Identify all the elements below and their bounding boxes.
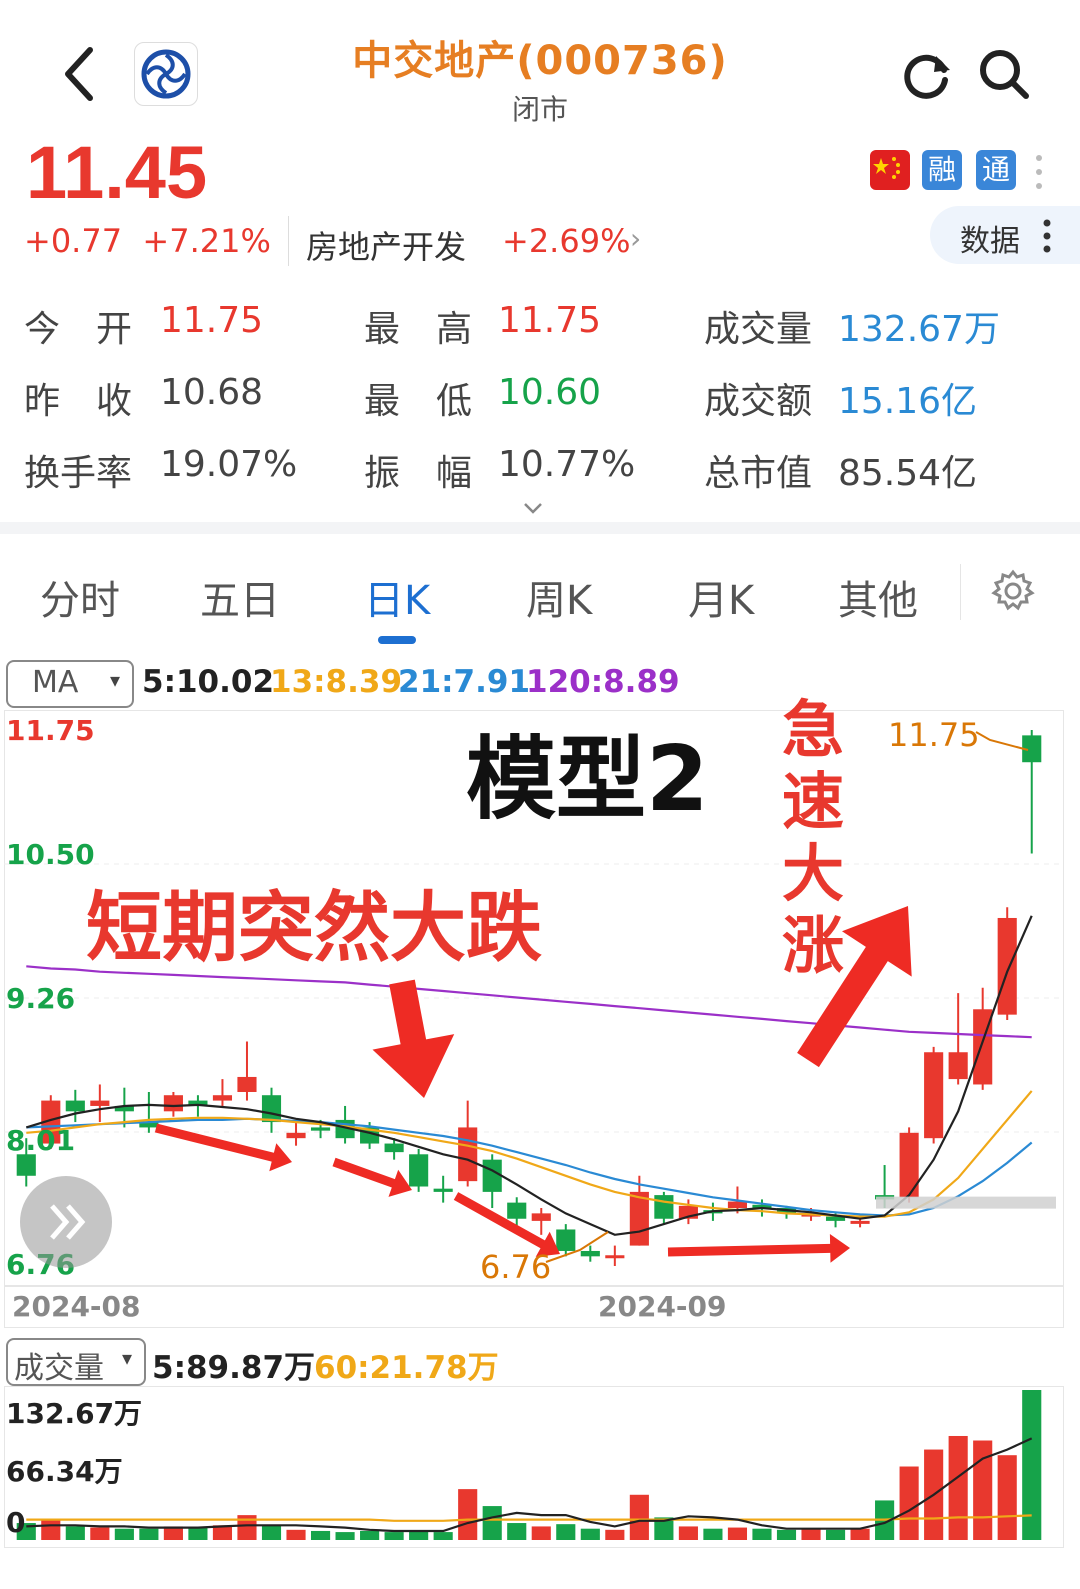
candle-body — [90, 1100, 110, 1106]
volume-axis-label: 66.34万 — [6, 1455, 123, 1488]
candle-body — [482, 1159, 502, 1192]
candle-body — [237, 1076, 257, 1092]
high-leader-line — [975, 731, 1029, 751]
candle-body — [384, 1143, 404, 1153]
annotation-surge-char: 涨 — [782, 909, 845, 982]
candle-body — [531, 1213, 551, 1221]
annotation-drop: 短期突然大跌 — [86, 883, 542, 972]
double-chevron-right-icon — [50, 1204, 86, 1240]
low-price-label: 6.76 — [480, 1248, 552, 1286]
annotation-surge-char: 急 — [782, 693, 845, 766]
x-axis-bar — [4, 1286, 1064, 1328]
candle-body — [948, 1052, 968, 1080]
x-axis-label: 2024-09 — [598, 1290, 727, 1323]
candle-body — [16, 1154, 36, 1176]
candle-body — [286, 1132, 306, 1139]
volume-ma60-value: 60:21.78万 — [314, 1350, 499, 1386]
candle-body — [629, 1191, 649, 1246]
candle-body — [65, 1100, 85, 1112]
expand-button[interactable] — [20, 1176, 112, 1268]
candle-body — [163, 1095, 183, 1112]
candle-body — [409, 1154, 429, 1187]
x-axis-label: 2024-08 — [12, 1290, 141, 1323]
annotation-arrow — [332, 1157, 412, 1197]
volume-selector[interactable]: 成交量 ▾ — [6, 1338, 146, 1386]
candle-body — [605, 1255, 625, 1259]
candle-body — [654, 1195, 674, 1219]
annotation-arrow — [667, 1234, 850, 1263]
ma120-line — [26, 965, 1032, 1039]
candle-body — [924, 1052, 944, 1139]
volume-ma5-value: 5:89.87万 — [152, 1350, 316, 1386]
candle-body — [556, 1229, 576, 1251]
annotation-surge-char: 大 — [782, 837, 845, 910]
y-axis-label: 10.50 — [6, 838, 95, 871]
y-axis-label: 11.75 — [6, 714, 95, 747]
candle-body — [212, 1095, 233, 1101]
candle-body — [997, 917, 1017, 1015]
y-axis-label: 9.26 — [6, 982, 76, 1015]
annotation-surge-char: 速 — [782, 765, 845, 838]
candle-body — [458, 1127, 478, 1182]
annotation-arrow — [372, 979, 455, 1098]
volume-selector-label: 成交量 — [14, 1351, 104, 1386]
annotation-model: 模型2 — [466, 727, 709, 832]
candle-body — [310, 1127, 331, 1131]
price-band — [876, 1196, 1056, 1209]
annotation-surge: 急 速 大 涨 — [782, 694, 852, 982]
candle-body — [507, 1202, 527, 1219]
candle-body — [899, 1132, 919, 1198]
candle-body — [727, 1201, 748, 1208]
high-price-label: 11.75 — [888, 716, 980, 754]
y-axis-label: 8.01 — [6, 1124, 76, 1157]
volume-axis-label: 132.67万 — [6, 1397, 143, 1430]
volume-axis-label: 0 — [6, 1506, 26, 1539]
candle-body — [580, 1250, 600, 1257]
candle-body — [850, 1220, 870, 1224]
candle-body — [261, 1095, 282, 1123]
candle-body — [433, 1188, 453, 1192]
volume-chart-frame — [4, 1386, 1064, 1548]
dropdown-arrow-icon: ▾ — [122, 1346, 133, 1370]
